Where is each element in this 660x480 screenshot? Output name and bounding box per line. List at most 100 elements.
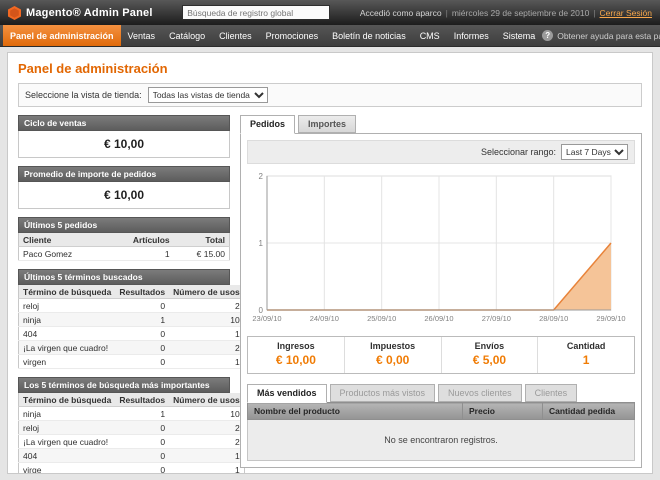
app-header: Magento® Admin Panel Accedió como aparco…: [0, 0, 660, 25]
table-cell: 0: [115, 327, 169, 341]
svg-text:28/09/10: 28/09/10: [539, 314, 568, 323]
range-select[interactable]: Last 7 Days: [561, 144, 628, 160]
store-view-label: Seleccione la vista de tienda:: [25, 90, 142, 100]
table-cell: 0: [115, 299, 169, 313]
tab-clientes[interactable]: Clientes: [525, 384, 578, 402]
table-cell: Paco Gomez: [19, 247, 106, 261]
nav-item-ventas[interactable]: Ventas: [121, 25, 163, 46]
table-row: 40401: [19, 449, 245, 463]
logo-text: Magento® Admin Panel: [26, 7, 153, 19]
table-cell: ninja: [19, 407, 116, 421]
table-cell: ¡La virgen que cuadro!: [19, 435, 116, 449]
table-cell: 2: [169, 421, 244, 435]
table-cell: 2: [169, 299, 244, 313]
table-cell: 1: [106, 247, 174, 261]
range-label: Seleccionar rango:: [481, 147, 556, 157]
logo: Magento® Admin Panel: [8, 6, 153, 20]
box-title: Los 5 términos de búsqueda más important…: [18, 377, 230, 393]
table-cell: virgen: [19, 355, 116, 369]
report-tabs: Más vendidosProductos más vistosNuevos c…: [247, 384, 635, 402]
nav-item-sistema[interactable]: Sistema: [496, 25, 543, 46]
table-cell: 0: [115, 435, 169, 449]
table-cell: 0: [115, 421, 169, 435]
average-orders-box: Promedio de importe de pedidos € 10,00: [18, 166, 230, 209]
table-row: ninja110: [19, 313, 245, 327]
total-label: Ingresos: [248, 341, 344, 351]
totals-bar: Ingresos € 10,00Impuestos€ 0,00Envíos€ 5,…: [247, 336, 635, 374]
box-title: Últimos 5 pedidos: [18, 217, 230, 233]
table-row: ¡La virgen que cuadro!02: [19, 341, 245, 355]
table-head: Término de búsquedaResultadosNúmero de u…: [19, 393, 245, 407]
nav-item-promociones[interactable]: Promociones: [259, 25, 326, 46]
column-header-total: Total: [174, 233, 230, 247]
table-row: virgen01: [19, 355, 245, 369]
total-envios: Envíos€ 5,00: [441, 337, 538, 373]
lifetime-sales-box: Ciclo de ventas € 10,00: [18, 115, 230, 158]
store-view-select[interactable]: Todas las vistas de tienda: [148, 87, 268, 103]
table-head: ClienteArtículosTotal: [19, 233, 230, 247]
total-value: € 10,00: [248, 353, 344, 367]
column-header-numero-de-usos: Número de usos: [169, 393, 244, 407]
tab-nuevos-clientes[interactable]: Nuevos clientes: [438, 384, 522, 402]
products-table: Nombre del productoPrecioCantidad pedida: [247, 402, 635, 420]
table-cell: 10: [169, 407, 244, 421]
nav-item-panel-de-administracion[interactable]: Panel de administración: [3, 25, 121, 46]
nav-item-clientes[interactable]: Clientes: [212, 25, 259, 46]
table-cell: ¡La virgen que cuadro!: [19, 341, 116, 355]
lifetime-sales-value: € 10,00: [18, 131, 230, 158]
svg-text:23/09/10: 23/09/10: [252, 314, 281, 323]
dashboard-columns: Ciclo de ventas € 10,00 Promedio de impo…: [18, 115, 642, 474]
table-body: reloj02ninja11040401¡La virgen que cuadr…: [19, 299, 245, 369]
global-search-input[interactable]: [182, 5, 330, 20]
table-cell: 1: [115, 313, 169, 327]
svg-text:2: 2: [259, 172, 264, 181]
page-help-link[interactable]: ? Obtener ayuda para esta página: [542, 25, 660, 46]
store-view-bar: Seleccione la vista de tienda: Todas las…: [18, 83, 642, 107]
nav-item-boletin-de-noticias[interactable]: Boletín de noticias: [325, 25, 413, 46]
table-cell: 2: [169, 341, 244, 355]
table-row: ¡La virgen que cuadro!02: [19, 435, 245, 449]
tab-productos-mas-vistos[interactable]: Productos más vistos: [330, 384, 436, 402]
total-impuestos: Impuestos€ 0,00: [344, 337, 441, 373]
svg-text:25/09/10: 25/09/10: [367, 314, 396, 323]
tab-mas-vendidos[interactable]: Más vendidos: [247, 384, 327, 403]
table-head: Término de búsquedaResultadosNúmero de u…: [19, 285, 245, 299]
table-header-row: Término de búsquedaResultadosNúmero de u…: [19, 393, 245, 407]
table-cell: 10: [169, 313, 244, 327]
nav-items: Panel de administraciónVentasCatálogoCli…: [3, 25, 542, 46]
column-header-cliente: Cliente: [19, 233, 106, 247]
tab-pedidos[interactable]: Pedidos: [240, 115, 295, 134]
table-cell: reloj: [19, 299, 116, 313]
table-row: ninja110: [19, 407, 245, 421]
grid-column-precio: Precio: [463, 403, 543, 420]
table-cell: 1: [115, 407, 169, 421]
table-head: Nombre del productoPrecioCantidad pedida: [248, 403, 635, 420]
box-title: Últimos 5 términos buscados: [18, 269, 230, 285]
table-cell: reloj: [19, 421, 116, 435]
nav-item-cms[interactable]: CMS: [413, 25, 447, 46]
orders-chart: 01223/09/1024/09/1025/09/1026/09/1027/09…: [247, 164, 635, 329]
separator: |: [593, 8, 595, 18]
tab-importes[interactable]: Importes: [298, 115, 356, 133]
table-cell: 0: [115, 355, 169, 369]
grid-column-nombre-del-producto: Nombre del producto: [248, 403, 463, 420]
table-cell: 1: [169, 355, 244, 369]
table-body: ninja110reloj02¡La virgen que cuadro!024…: [19, 407, 245, 475]
box-title: Promedio de importe de pedidos: [18, 166, 230, 182]
box-title: Ciclo de ventas: [18, 115, 230, 131]
table-body: Paco Gomez1€ 15.00: [19, 247, 230, 261]
logout-link[interactable]: Cerrar Sesión: [600, 8, 652, 18]
range-selector-row: Seleccionar rango: Last 7 Days: [247, 140, 635, 164]
svg-text:27/09/10: 27/09/10: [482, 314, 511, 323]
last-search-terms-table: Término de búsquedaResultadosNúmero de u…: [18, 285, 245, 369]
total-label: Cantidad: [538, 341, 634, 351]
last-orders-box: Últimos 5 pedidos ClienteArtículosTotal …: [18, 217, 230, 261]
nav-item-catalogo[interactable]: Catálogo: [162, 25, 212, 46]
total-value: € 5,00: [442, 353, 538, 367]
table-cell: virge: [19, 463, 116, 475]
column-header-numero-de-usos: Número de usos: [169, 285, 244, 299]
svg-text:29/09/10: 29/09/10: [596, 314, 625, 323]
table-cell: 2: [169, 435, 244, 449]
table-cell: 0: [115, 463, 169, 475]
nav-item-informes[interactable]: Informes: [447, 25, 496, 46]
